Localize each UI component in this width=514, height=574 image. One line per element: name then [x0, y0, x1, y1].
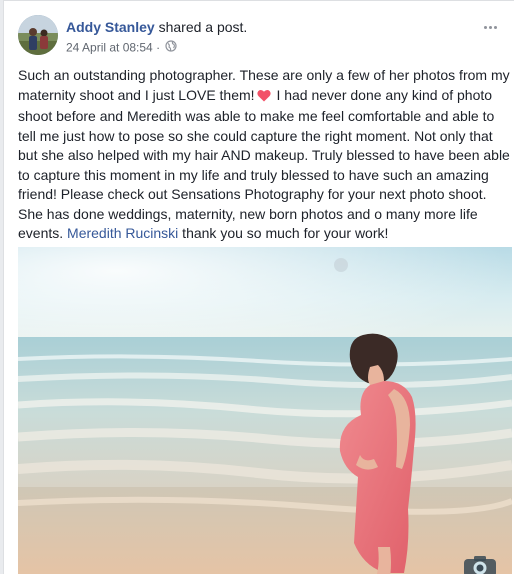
avatar[interactable] — [18, 15, 58, 55]
post-action-text: shared a post. — [154, 19, 248, 35]
camera-watermark-icon — [460, 555, 500, 574]
post-header: Addy Stanley shared a post. 24 April at … — [18, 15, 504, 59]
post-text-part2: I had never done any kind of photo shoot… — [18, 86, 510, 242]
author-name[interactable]: Addy Stanley — [66, 19, 155, 35]
avatar-image — [18, 15, 58, 55]
post-photo[interactable] — [18, 247, 512, 574]
post-author-line: Addy Stanley shared a post. — [66, 18, 247, 36]
post-meta: 24 April at 08:54 · — [66, 40, 178, 56]
maternity-beach-photo — [18, 247, 512, 574]
post-body: Such an outstanding photographer. These … — [18, 66, 514, 244]
globe-icon[interactable] — [165, 40, 178, 56]
more-options-icon[interactable] — [480, 19, 500, 33]
heart-icon — [256, 88, 271, 108]
meta-separator: · — [152, 40, 164, 55]
post-text-part3: thank you so much for your work! — [178, 225, 389, 241]
mention-link[interactable]: Meredith Rucinski — [67, 225, 178, 241]
post-timestamp[interactable]: 24 April at 08:54 — [66, 41, 153, 55]
post-card: Addy Stanley shared a post. 24 April at … — [3, 0, 514, 574]
